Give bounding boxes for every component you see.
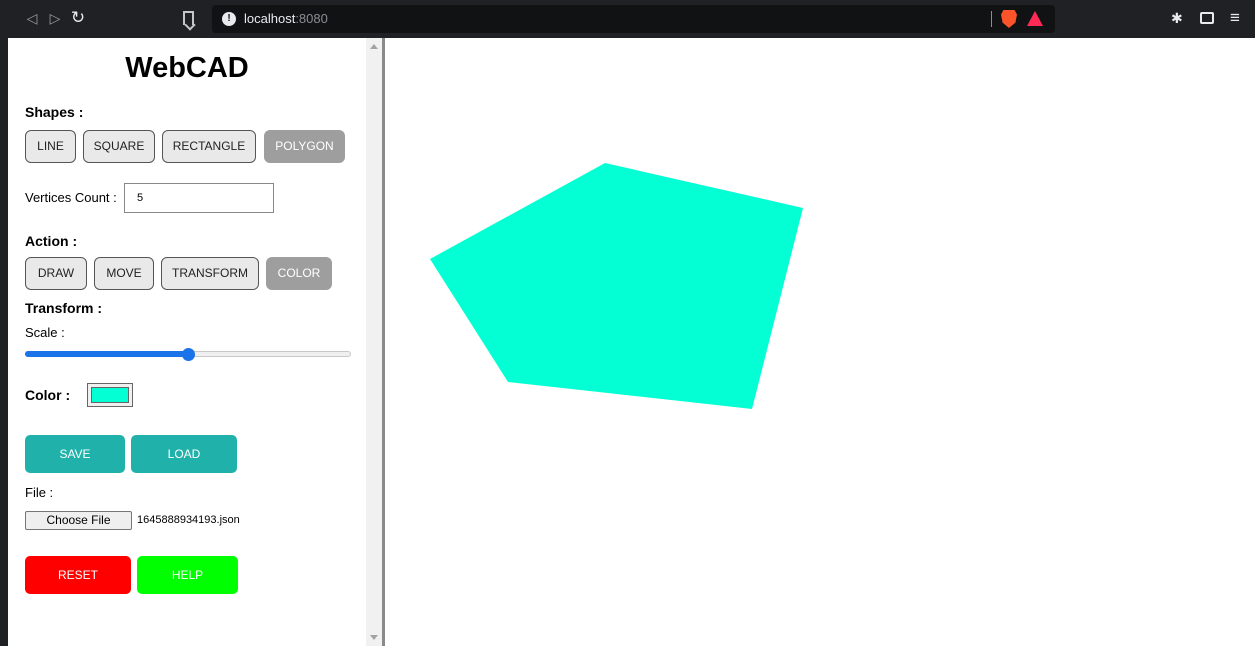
color-label: Color :	[25, 387, 71, 403]
choose-file-button[interactable]: Choose File	[25, 511, 132, 530]
shape-line-button[interactable]: LINE	[25, 130, 76, 163]
browser-toolbar: ◁ ▷ ↻ ! localhost:8080 ✱ ≡	[0, 0, 1255, 38]
wallet-icon[interactable]	[1200, 12, 1214, 24]
transform-label: Transform :	[25, 300, 103, 316]
vertices-count-label: Vertices Count :	[25, 190, 117, 205]
load-button[interactable]: LOAD	[131, 435, 237, 473]
page: WebCAD Shapes : LINE SQUARE RECTANGLE PO…	[8, 38, 1255, 646]
shape-rectangle-button[interactable]: RECTANGLE	[162, 130, 256, 163]
sidebar-scrollbar[interactable]	[366, 38, 382, 646]
scroll-up-icon[interactable]	[370, 44, 378, 49]
action-move-button[interactable]: MOVE	[94, 257, 154, 290]
drawing-canvas[interactable]	[385, 38, 1255, 646]
vertices-count-input[interactable]: 5	[124, 183, 274, 213]
canvas-svg[interactable]	[385, 38, 1255, 646]
polygon-shape[interactable]	[430, 163, 803, 409]
forward-icon[interactable]: ▷	[45, 8, 65, 28]
help-button[interactable]: HELP	[137, 556, 238, 594]
shape-polygon-button[interactable]: POLYGON	[264, 130, 345, 163]
url-host: localhost	[244, 11, 296, 26]
action-label: Action :	[25, 233, 78, 249]
brave-rewards-icon[interactable]	[1027, 11, 1043, 26]
url-divider	[991, 11, 992, 27]
address-bar[interactable]: ! localhost:8080	[212, 5, 1055, 33]
scroll-down-icon[interactable]	[370, 635, 378, 640]
color-swatch-fill	[91, 387, 129, 403]
bookmark-icon[interactable]	[183, 11, 194, 25]
url-port: :8080	[295, 11, 328, 26]
action-draw-button[interactable]: DRAW	[25, 257, 87, 290]
site-info-icon[interactable]: !	[222, 12, 236, 26]
back-icon[interactable]: ◁	[22, 8, 42, 28]
scale-slider-fill	[25, 351, 188, 357]
extensions-icon[interactable]: ✱	[1171, 11, 1185, 25]
shape-square-button[interactable]: SQUARE	[83, 130, 155, 163]
shapes-label: Shapes :	[25, 104, 84, 120]
action-color-button[interactable]: COLOR	[266, 257, 332, 290]
brave-shields-icon[interactable]	[1001, 10, 1017, 28]
menu-icon[interactable]: ≡	[1230, 9, 1244, 27]
color-picker[interactable]	[87, 383, 133, 407]
action-transform-button[interactable]: TRANSFORM	[161, 257, 259, 290]
scale-label: Scale :	[25, 325, 65, 340]
file-name: 1645888934193.json	[137, 514, 240, 526]
sidebar: WebCAD Shapes : LINE SQUARE RECTANGLE PO…	[8, 38, 366, 646]
reset-button[interactable]: RESET	[25, 556, 131, 594]
save-button[interactable]: SAVE	[25, 435, 125, 473]
app-title: WebCAD	[125, 52, 249, 84]
reload-icon[interactable]: ↻	[68, 8, 88, 28]
file-label: File :	[25, 485, 54, 500]
scale-slider-thumb[interactable]	[182, 348, 195, 361]
url-text[interactable]: localhost:8080	[244, 11, 328, 26]
